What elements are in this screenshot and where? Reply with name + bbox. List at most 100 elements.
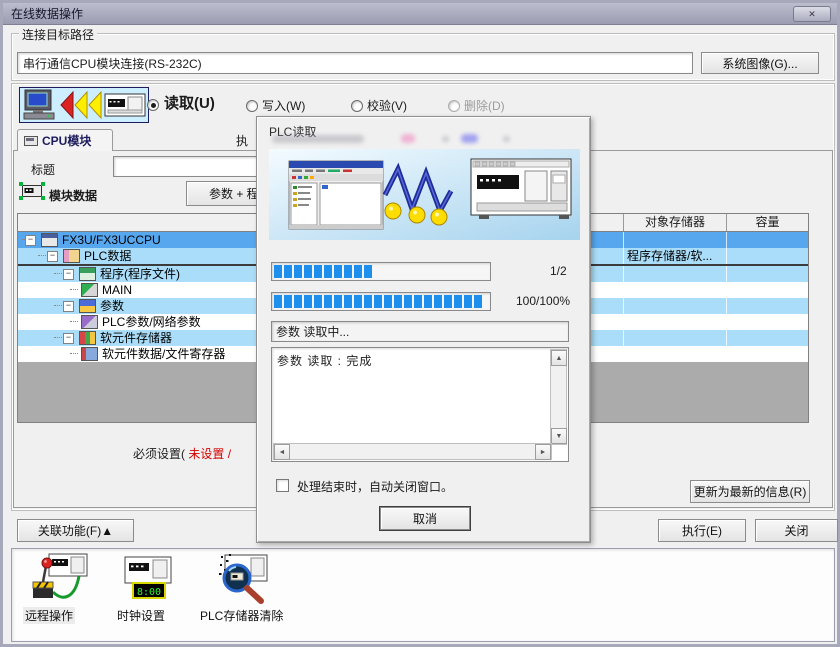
radio-delete[interactable] bbox=[448, 100, 460, 112]
auto-close-checkbox-label: 处理结束时，自动关闭窗口。 bbox=[297, 478, 453, 495]
progress-segment bbox=[364, 295, 372, 308]
progress-segment bbox=[354, 265, 362, 278]
device-data-icon bbox=[81, 347, 98, 361]
capacity-cell bbox=[727, 248, 808, 264]
remote-operation-label[interactable]: 远程操作 bbox=[23, 607, 75, 624]
redacted-text-blur bbox=[272, 135, 364, 143]
capacity-cell bbox=[727, 282, 808, 298]
progress-segment bbox=[344, 295, 352, 308]
execute-button[interactable]: 执行(E) bbox=[658, 519, 746, 542]
plc-read-dialog: PLC读取 bbox=[256, 116, 591, 543]
step-progress-label: 1/2 bbox=[550, 264, 567, 278]
redacted-blur-gray bbox=[442, 136, 449, 142]
scroll-up-button[interactable]: ▲ bbox=[551, 350, 567, 366]
redacted-blur-gray2 bbox=[503, 136, 510, 142]
progress-segment bbox=[454, 295, 462, 308]
progress-segment bbox=[404, 295, 412, 308]
vertical-scrollbar[interactable]: ▲ ▼ bbox=[550, 349, 567, 445]
progress-segment bbox=[314, 295, 322, 308]
not-set-text: 未设置 bbox=[188, 447, 224, 461]
tree-item-label: 参数 bbox=[100, 299, 124, 314]
status-field: 参数 读取中... bbox=[271, 321, 569, 342]
tree-item-label: PLC参数/网络参数 bbox=[102, 315, 201, 330]
online-data-operation-window: 在线数据操作 ✕ 连接目标路径 串行通信CPU模块连接(RS-232C) 系统图… bbox=[0, 0, 840, 647]
percent-progress-label: 100/100% bbox=[516, 294, 570, 308]
progress-segment bbox=[344, 265, 352, 278]
clock-setting-icon[interactable]: 8:00 bbox=[119, 554, 177, 604]
horizontal-scrollbar[interactable]: ◄ ► bbox=[273, 443, 552, 460]
tree-connector bbox=[54, 305, 62, 307]
progress-segment bbox=[274, 265, 282, 278]
radio-write-label: 写入(W) bbox=[262, 97, 305, 114]
tree-collapse-icon[interactable]: − bbox=[63, 333, 74, 344]
progress-segment bbox=[284, 265, 292, 278]
progress-segment bbox=[414, 295, 422, 308]
radio-verify-label: 校验(V) bbox=[367, 97, 407, 114]
remote-operation-icon[interactable] bbox=[29, 552, 91, 604]
close-button[interactable]: 关闭 bbox=[755, 519, 838, 542]
clock-setting-label[interactable]: 时钟设置 bbox=[117, 607, 165, 624]
tree-item-label: PLC数据 bbox=[84, 249, 131, 264]
column-target-memory[interactable]: 对象存储器 bbox=[624, 214, 727, 231]
progress-segment bbox=[364, 265, 372, 278]
progress-segment bbox=[284, 295, 292, 308]
pc-to-plc-transfer-graphic bbox=[269, 149, 580, 240]
tree-connector bbox=[38, 255, 46, 257]
cpu-module-tab-icon bbox=[24, 135, 38, 146]
target-memory-cell bbox=[624, 330, 727, 346]
related-functions-button[interactable]: 关联功能(F)▲ bbox=[17, 519, 134, 542]
tree-collapse-icon[interactable]: − bbox=[63, 301, 74, 312]
progress-segment bbox=[324, 265, 332, 278]
module-data-label: 模块数据 bbox=[49, 187, 97, 204]
pc-plc-connection-icon bbox=[19, 87, 149, 123]
scroll-left-button[interactable]: ◄ bbox=[274, 444, 290, 460]
tree-collapse-icon[interactable]: − bbox=[47, 251, 58, 262]
radio-delete-label: 删除(D) bbox=[464, 97, 505, 114]
tree-item-label: FX3U/FX3UCCPU bbox=[62, 233, 161, 248]
progress-segment bbox=[444, 295, 452, 308]
radio-read[interactable] bbox=[147, 99, 159, 111]
tree-collapse-icon[interactable]: − bbox=[63, 269, 74, 280]
close-icon: ✕ bbox=[808, 9, 816, 20]
plc-memory-clear-label[interactable]: PLC存储器清除 bbox=[200, 607, 283, 624]
auto-close-checkbox[interactable] bbox=[276, 479, 289, 492]
close-window-button[interactable]: ✕ bbox=[793, 6, 831, 22]
column-capacity[interactable]: 容量 bbox=[727, 214, 808, 231]
plc-memory-clear-icon[interactable] bbox=[207, 552, 271, 606]
progress-segment bbox=[434, 295, 442, 308]
window-title: 在线数据操作 bbox=[11, 5, 83, 22]
progress-segment bbox=[304, 265, 312, 278]
execute-target-text-fragment: 执 bbox=[236, 132, 248, 149]
system-image-button[interactable]: 系统图像(G)... bbox=[701, 52, 819, 74]
redacted-blur-pink bbox=[401, 134, 415, 143]
radio-write[interactable] bbox=[246, 100, 258, 112]
tree-connector bbox=[70, 289, 78, 291]
capacity-cell bbox=[727, 298, 808, 314]
scroll-down-button[interactable]: ▼ bbox=[551, 428, 567, 444]
tree-connector bbox=[22, 239, 24, 241]
tab-cpu-module-label: CPU模块 bbox=[42, 132, 91, 149]
refresh-info-button[interactable]: 更新为最新的信息(R) bbox=[690, 480, 810, 503]
progress-segment bbox=[354, 295, 362, 308]
target-memory-cell: 程序存储器/软... bbox=[624, 248, 727, 264]
progress-segment bbox=[314, 265, 322, 278]
radio-verify[interactable] bbox=[351, 100, 363, 112]
connection-path-field[interactable]: 串行通信CPU模块连接(RS-232C) bbox=[17, 52, 693, 74]
tree-item-label: 软元件数据/文件寄存器 bbox=[102, 347, 225, 362]
tree-item-label: 程序(程序文件) bbox=[100, 267, 180, 282]
target-memory-cell bbox=[624, 232, 727, 248]
title-bar[interactable]: 在线数据操作 bbox=[3, 3, 837, 25]
tab-cpu-module[interactable]: CPU模块 bbox=[17, 129, 113, 151]
tree-connector bbox=[70, 321, 78, 323]
tree-collapse-icon[interactable]: − bbox=[25, 235, 36, 246]
scroll-right-button[interactable]: ► bbox=[535, 444, 551, 460]
log-box: 参数 读取 : 完成 ▲ ▼ ◄ ► bbox=[271, 347, 569, 462]
step-progress-bar bbox=[271, 262, 491, 281]
progress-segment bbox=[334, 265, 342, 278]
required-setting-text: 必须设置( 未设置 / bbox=[133, 445, 231, 462]
progress-segment bbox=[274, 295, 282, 308]
tree-connector bbox=[54, 337, 62, 339]
cancel-button[interactable]: 取消 bbox=[380, 507, 470, 530]
target-memory-cell bbox=[624, 282, 727, 298]
progress-segment bbox=[424, 295, 432, 308]
